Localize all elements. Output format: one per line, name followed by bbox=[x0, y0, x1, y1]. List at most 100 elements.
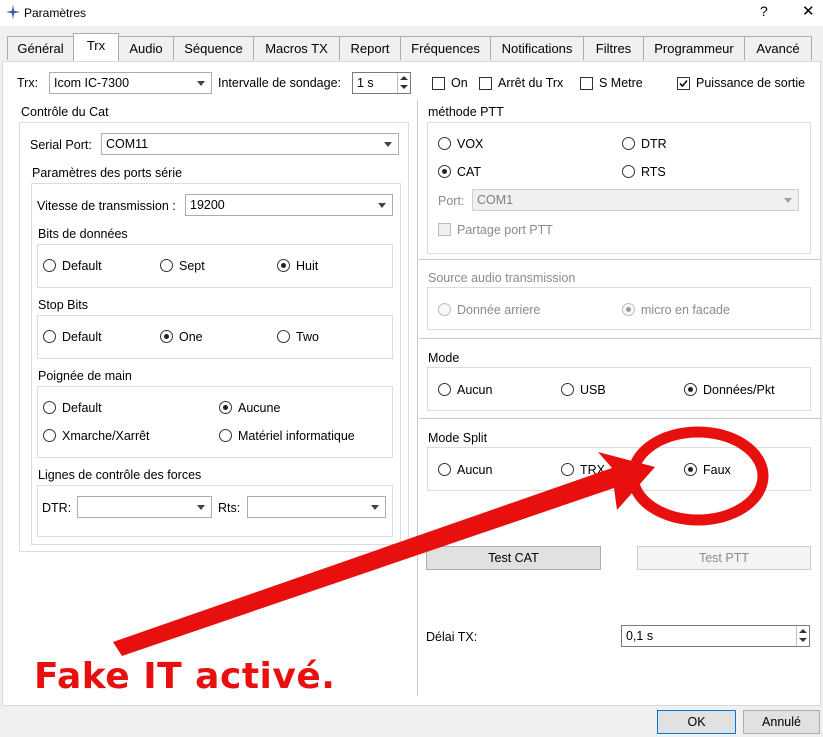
ptt-cat-label: CAT bbox=[457, 165, 482, 179]
handshake-title: Poignée de main bbox=[38, 369, 132, 383]
audio-rear-label: Donnée arriere bbox=[457, 303, 541, 317]
stopbits-one-label: One bbox=[179, 330, 203, 344]
mode-usb-radio[interactable] bbox=[561, 383, 574, 396]
audio-source-title: Source audio transmission bbox=[428, 271, 576, 285]
tab-macros-tx[interactable]: Macros TX bbox=[253, 36, 340, 60]
ptt-port-label: Port: bbox=[438, 194, 465, 208]
ptt-port-combo[interactable]: COM1 bbox=[472, 189, 799, 211]
handshake-default-radio[interactable] bbox=[43, 401, 56, 414]
spin-up-icon[interactable] bbox=[796, 626, 809, 636]
arret-trx-label: Arrêt du Trx bbox=[498, 76, 564, 90]
trx-select[interactable]: Icom IC-7300 bbox=[49, 72, 212, 94]
databits-sept-radio[interactable] bbox=[160, 259, 173, 272]
chevron-down-icon bbox=[371, 505, 379, 510]
serial-port-combo[interactable]: COM11 bbox=[101, 133, 399, 155]
spin-up-icon[interactable] bbox=[397, 73, 410, 83]
tx-delay-spinbox[interactable]: 0,1 s bbox=[621, 625, 810, 647]
poll-value: 1 s bbox=[357, 76, 374, 90]
tab-filtres[interactable]: Filtres bbox=[583, 36, 644, 60]
mode-usb-label: USB bbox=[580, 383, 606, 397]
databits-huit-radio[interactable] bbox=[277, 259, 290, 272]
tab-audio[interactable]: Audio bbox=[118, 36, 174, 60]
chevron-down-icon bbox=[384, 142, 392, 147]
dtr-combo[interactable] bbox=[77, 496, 212, 518]
ptt-share-checkbox[interactable] bbox=[438, 223, 451, 236]
tab-trx[interactable]: Trx bbox=[73, 33, 119, 61]
audio-front-radio[interactable] bbox=[622, 303, 635, 316]
handshake-xon-radio[interactable] bbox=[43, 429, 56, 442]
ptt-port-value: COM1 bbox=[477, 193, 514, 207]
puissance-label: Puissance de sortie bbox=[696, 76, 806, 90]
tab-label: Fréquences bbox=[411, 41, 480, 56]
serial-port-label: Serial Port: bbox=[30, 138, 92, 152]
baud-value: 19200 bbox=[190, 198, 225, 212]
split-faux-radio[interactable] bbox=[684, 463, 697, 476]
tab-avance[interactable]: Avancé bbox=[744, 36, 812, 60]
ptt-rts-radio[interactable] bbox=[622, 165, 635, 178]
app-icon bbox=[6, 5, 20, 19]
annotation-text: Fake IT activé. bbox=[34, 656, 336, 697]
stopbits-one-radio[interactable] bbox=[160, 330, 173, 343]
stopbits-title: Stop Bits bbox=[38, 298, 89, 312]
handshake-hardware-radio[interactable] bbox=[219, 429, 232, 442]
title-bar: Paramètres ? ✕ bbox=[0, 0, 823, 26]
tab-report[interactable]: Report bbox=[339, 36, 401, 60]
tab-label: Notifications bbox=[501, 41, 573, 56]
ptt-dtr-radio[interactable] bbox=[622, 137, 635, 150]
audio-rear-radio[interactable] bbox=[438, 303, 451, 316]
databits-huit-label: Huit bbox=[296, 259, 319, 273]
mode-title: Mode bbox=[428, 351, 460, 365]
ptt-cat-radio[interactable] bbox=[438, 165, 451, 178]
poll-interval-spinbox[interactable]: 1 s bbox=[352, 72, 411, 94]
tab-label: Macros TX bbox=[265, 41, 328, 56]
vertical-divider bbox=[417, 100, 418, 696]
tab-general[interactable]: Général bbox=[7, 36, 74, 60]
tab-label: Audio bbox=[129, 41, 163, 56]
ptt-vox-label: VOX bbox=[457, 137, 484, 151]
handshake-hardware-label: Matériel informatique bbox=[238, 429, 355, 443]
tab-label: Séquence bbox=[184, 41, 243, 56]
help-icon[interactable]: ? bbox=[760, 3, 768, 19]
mode-aucun-radio[interactable] bbox=[438, 383, 451, 396]
ok-button[interactable]: OK bbox=[657, 710, 736, 734]
spin-down-icon[interactable] bbox=[397, 83, 410, 93]
stopbits-two-radio[interactable] bbox=[277, 330, 290, 343]
rts-combo[interactable] bbox=[247, 496, 386, 518]
handshake-aucune-radio[interactable] bbox=[219, 401, 232, 414]
tab-notifications[interactable]: Notifications bbox=[490, 36, 584, 60]
handshake-group bbox=[37, 386, 393, 458]
stopbits-default-radio[interactable] bbox=[43, 330, 56, 343]
test-cat-button[interactable]: Test CAT bbox=[426, 546, 601, 570]
stopbits-default-label: Default bbox=[62, 330, 102, 344]
baud-combo[interactable]: 19200 bbox=[185, 194, 393, 216]
mode-data-label: Données/Pkt bbox=[703, 383, 775, 397]
dtr-label: DTR: bbox=[42, 501, 72, 515]
chevron-down-icon bbox=[197, 81, 205, 86]
force-lines-title: Lignes de contrôle des forces bbox=[38, 468, 202, 482]
divider bbox=[419, 338, 821, 339]
divider bbox=[419, 418, 821, 419]
tab-label: Report bbox=[350, 41, 390, 56]
tab-frequences[interactable]: Fréquences bbox=[400, 36, 491, 60]
window-title: Paramètres bbox=[24, 6, 87, 20]
arret-trx-checkbox[interactable] bbox=[479, 77, 492, 90]
close-icon[interactable]: ✕ bbox=[802, 2, 815, 20]
split-aucun-radio[interactable] bbox=[438, 463, 451, 476]
databits-title: Bits de données bbox=[38, 227, 128, 241]
spin-down-icon[interactable] bbox=[796, 636, 809, 646]
chevron-down-icon bbox=[784, 198, 792, 203]
handshake-aucune-label: Aucune bbox=[238, 401, 281, 415]
on-checkbox[interactable] bbox=[432, 77, 445, 90]
puissance-checkbox[interactable] bbox=[677, 77, 690, 90]
mode-data-radio[interactable] bbox=[684, 383, 697, 396]
databits-default-radio[interactable] bbox=[43, 259, 56, 272]
tab-sequence[interactable]: Séquence bbox=[173, 36, 254, 60]
ptt-vox-radio[interactable] bbox=[438, 137, 451, 150]
s-metre-checkbox[interactable] bbox=[580, 77, 593, 90]
split-trx-radio[interactable] bbox=[561, 463, 574, 476]
split-aucun-label: Aucun bbox=[457, 463, 493, 477]
cancel-button[interactable]: Annulé bbox=[743, 710, 820, 734]
tab-programmeur[interactable]: Programmeur bbox=[643, 36, 745, 60]
test-ptt-button[interactable]: Test PTT bbox=[637, 546, 811, 570]
tx-delay-label: Délai TX: bbox=[426, 630, 478, 644]
